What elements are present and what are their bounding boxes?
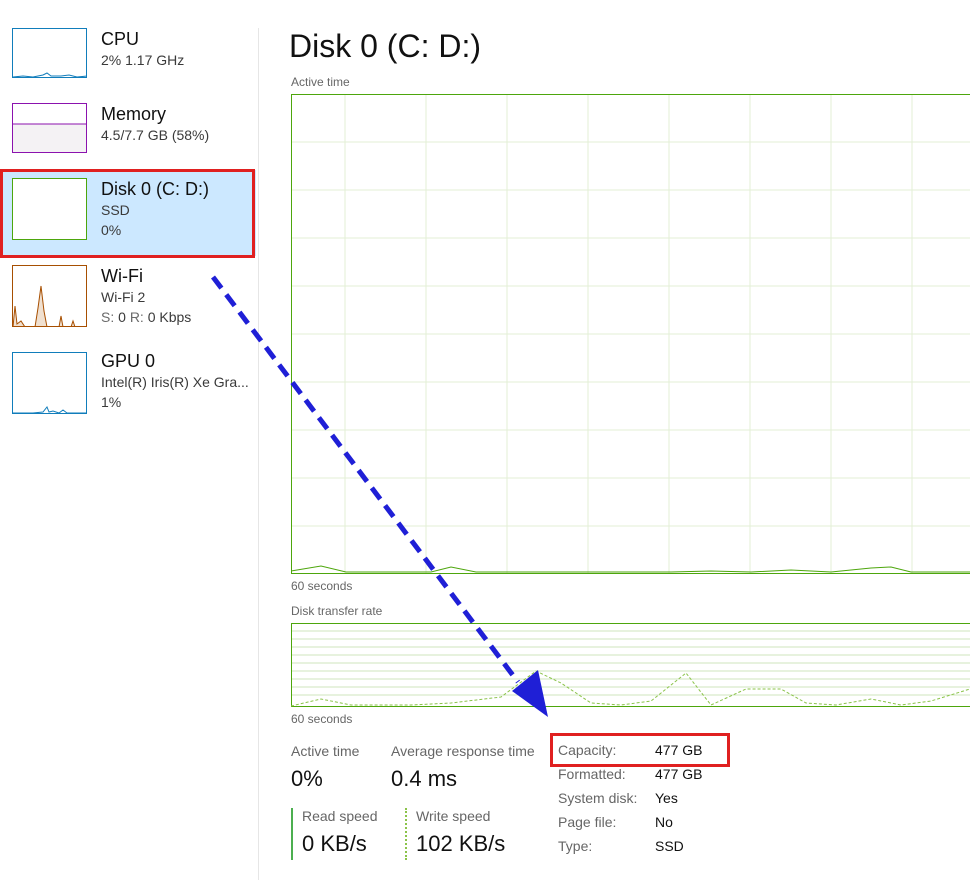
annotation-arrow xyxy=(211,275,548,717)
annotation-arrow-line xyxy=(211,275,520,684)
annotation-arrow-head xyxy=(512,670,548,717)
